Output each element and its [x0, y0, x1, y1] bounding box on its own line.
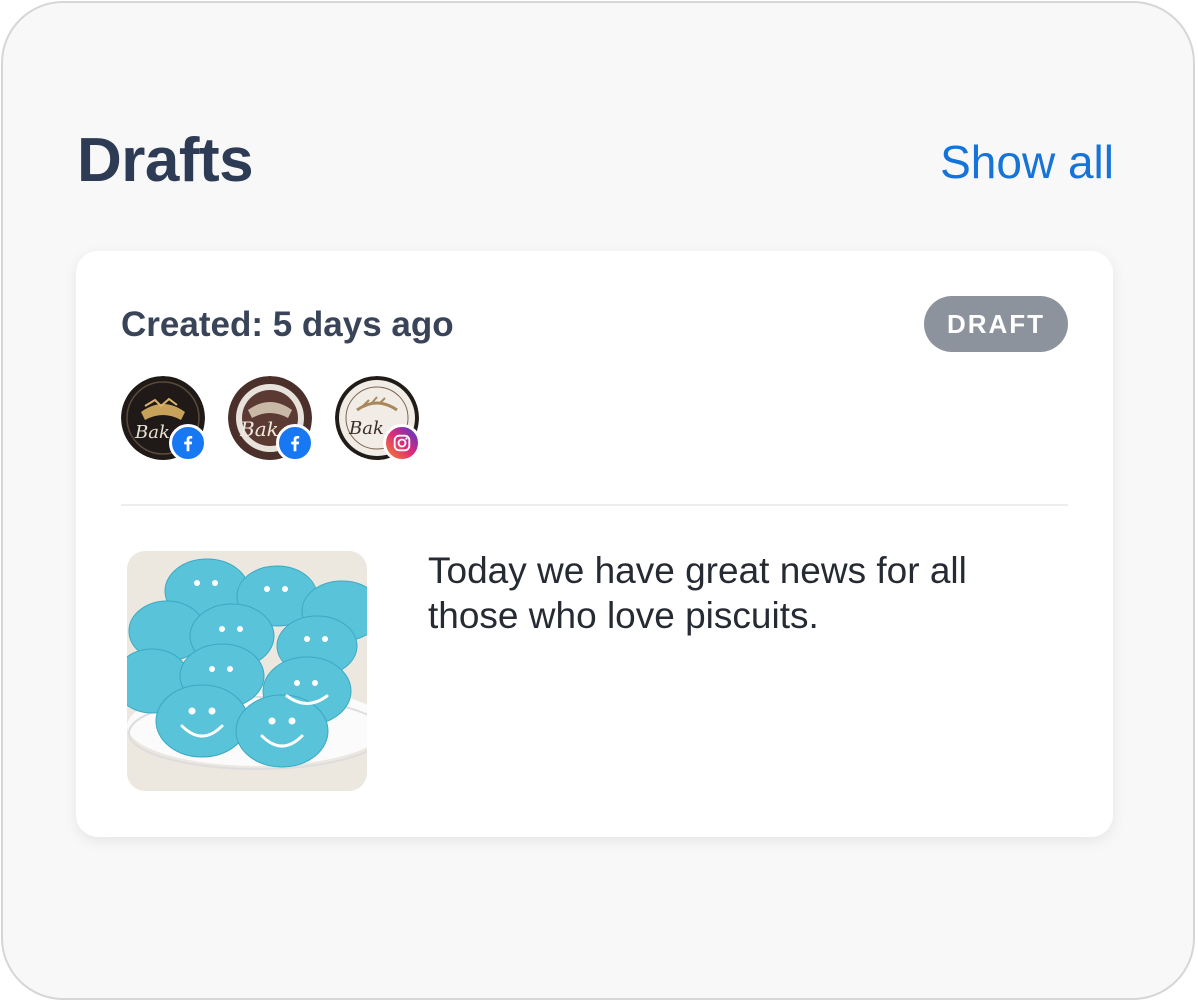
drafts-panel: Drafts Show all Created: 5 days ago DRAF…	[1, 1, 1195, 1000]
svg-text:Bak: Bak	[348, 418, 384, 439]
post-text: Today we have great news for all those w…	[428, 550, 967, 636]
blue-smiley-cookies-photo	[127, 551, 367, 791]
divider	[121, 504, 1068, 506]
account-avatar[interactable]: Bak	[335, 376, 421, 462]
instagram-icon	[383, 424, 421, 462]
created-label: Created: 5 days ago	[121, 305, 454, 344]
facebook-icon	[169, 424, 207, 462]
svg-text:Bak: Bak	[239, 417, 279, 441]
page-title: Drafts	[77, 126, 254, 195]
account-avatar[interactable]: Bak	[121, 376, 207, 462]
draft-card[interactable]: Created: 5 days ago DRAFT Bak Bak Bak To…	[76, 251, 1113, 837]
status-badge: DRAFT	[924, 296, 1068, 352]
post-image[interactable]	[127, 551, 367, 791]
svg-text:Bak: Bak	[134, 422, 170, 443]
facebook-icon	[276, 424, 314, 462]
account-avatar[interactable]: Bak	[228, 376, 314, 462]
show-all-link[interactable]: Show all	[940, 133, 1114, 191]
